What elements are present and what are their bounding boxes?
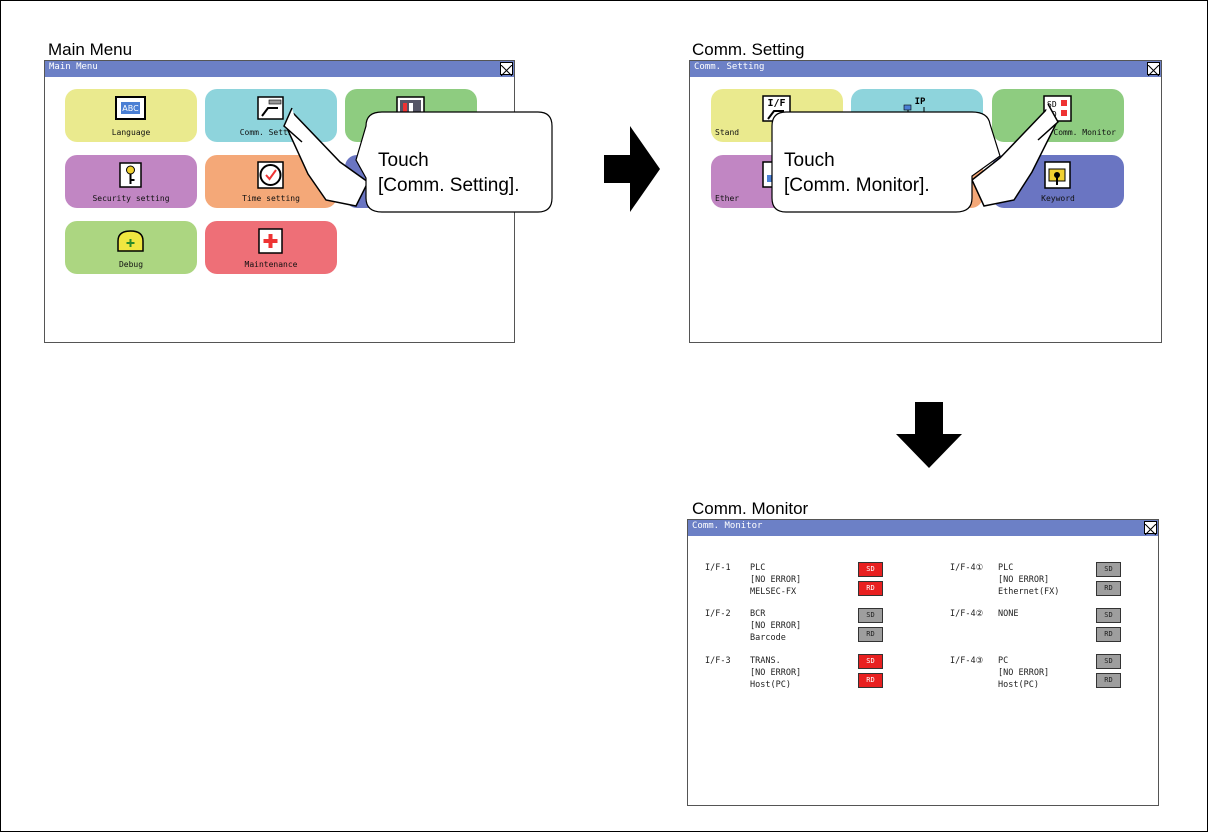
interface-status: [NO ERROR]: [998, 575, 1050, 585]
interface-id: I/F-4①: [950, 563, 984, 573]
close-button[interactable]: [1144, 521, 1157, 536]
interface-device: PLC: [750, 563, 766, 573]
rd-indicator: RD: [1096, 627, 1121, 642]
debug-icon: [117, 230, 144, 252]
interface-protocol: Ethernet(FX): [998, 587, 1060, 597]
comm-monitor-window: Comm. Monitor I/F-1 PLC [NO ERROR] MELSE…: [687, 519, 1159, 806]
rd-indicator: RD: [858, 673, 883, 688]
interface-device: NONE: [998, 609, 1019, 619]
comm-setting-caption: Comm. Setting: [692, 40, 805, 59]
interface-status: [NO ERROR]: [998, 668, 1050, 678]
interface-device: BCR: [750, 609, 766, 619]
callout-text-2: Touch [Comm. Monitor].: [784, 150, 930, 196]
pointing-hand-icon: [283, 107, 369, 207]
close-icon: [1144, 523, 1157, 536]
rd-indicator: RD: [1096, 673, 1121, 688]
interface-protocol: MELSEC-FX: [750, 587, 797, 597]
window-title: Comm. Setting: [694, 62, 765, 72]
sd-indicator: SD: [1096, 608, 1121, 623]
interface-id: I/F-3: [705, 656, 731, 666]
close-icon: [1147, 64, 1160, 77]
interface-device: PLC: [998, 563, 1014, 573]
rd-indicator: RD: [1096, 581, 1121, 596]
interface-id: I/F-1: [705, 563, 731, 573]
title-bar: Main Menu: [45, 61, 514, 77]
window-title: Main Menu: [49, 62, 98, 72]
security-setting-tile[interactable]: Security setting: [65, 155, 197, 208]
language-tile[interactable]: ABC Language: [65, 89, 197, 142]
title-bar: Comm. Monitor: [688, 520, 1158, 536]
interface-id: I/F-4③: [950, 656, 984, 666]
sd-indicator: SD: [1096, 654, 1121, 669]
rd-indicator: RD: [858, 627, 883, 642]
interface-device: TRANS.: [750, 656, 781, 666]
title-bar: Comm. Setting: [690, 61, 1161, 77]
tile-label: Security setting: [92, 194, 170, 203]
sd-indicator: SD: [858, 562, 883, 577]
rd-indicator: RD: [858, 581, 883, 596]
interface-status: [NO ERROR]: [750, 575, 802, 585]
sd-indicator: SD: [1096, 562, 1121, 577]
close-button[interactable]: [500, 62, 513, 77]
tile-label: Language: [111, 128, 151, 137]
tile-label: Maintenance: [244, 260, 298, 269]
interface-id: I/F-2: [705, 609, 731, 619]
debug-tile[interactable]: Debug: [65, 221, 197, 274]
interface-device: PC: [998, 656, 1009, 666]
sd-indicator: SD: [858, 608, 883, 623]
interface-protocol: Host(PC): [750, 680, 791, 690]
main-menu-caption: Main Menu: [48, 40, 133, 59]
tile-label: Debug: [118, 260, 144, 269]
arrow-down-icon: [896, 402, 962, 468]
arrow-right-icon: [604, 126, 660, 212]
maintenance-tile[interactable]: Maintenance: [205, 221, 337, 274]
svg-text:ABC: ABC: [122, 104, 139, 113]
interface-protocol: Host(PC): [998, 680, 1039, 690]
interface-status: [NO ERROR]: [750, 621, 802, 631]
close-icon: [500, 64, 513, 77]
language-icon: ABC: [115, 96, 146, 120]
interface-status: [NO ERROR]: [750, 668, 802, 678]
window-title: Comm. Monitor: [692, 521, 763, 531]
comm-monitor-caption: Comm. Monitor: [692, 499, 809, 518]
interface-id: I/F-4②: [950, 609, 984, 619]
maintenance-icon: [258, 228, 283, 254]
sd-indicator: SD: [858, 654, 883, 669]
security-key-icon: [119, 162, 142, 188]
callout-text-1: Touch [Comm. Setting].: [378, 150, 520, 196]
close-button[interactable]: [1147, 62, 1160, 77]
interface-protocol: Barcode: [750, 633, 786, 643]
